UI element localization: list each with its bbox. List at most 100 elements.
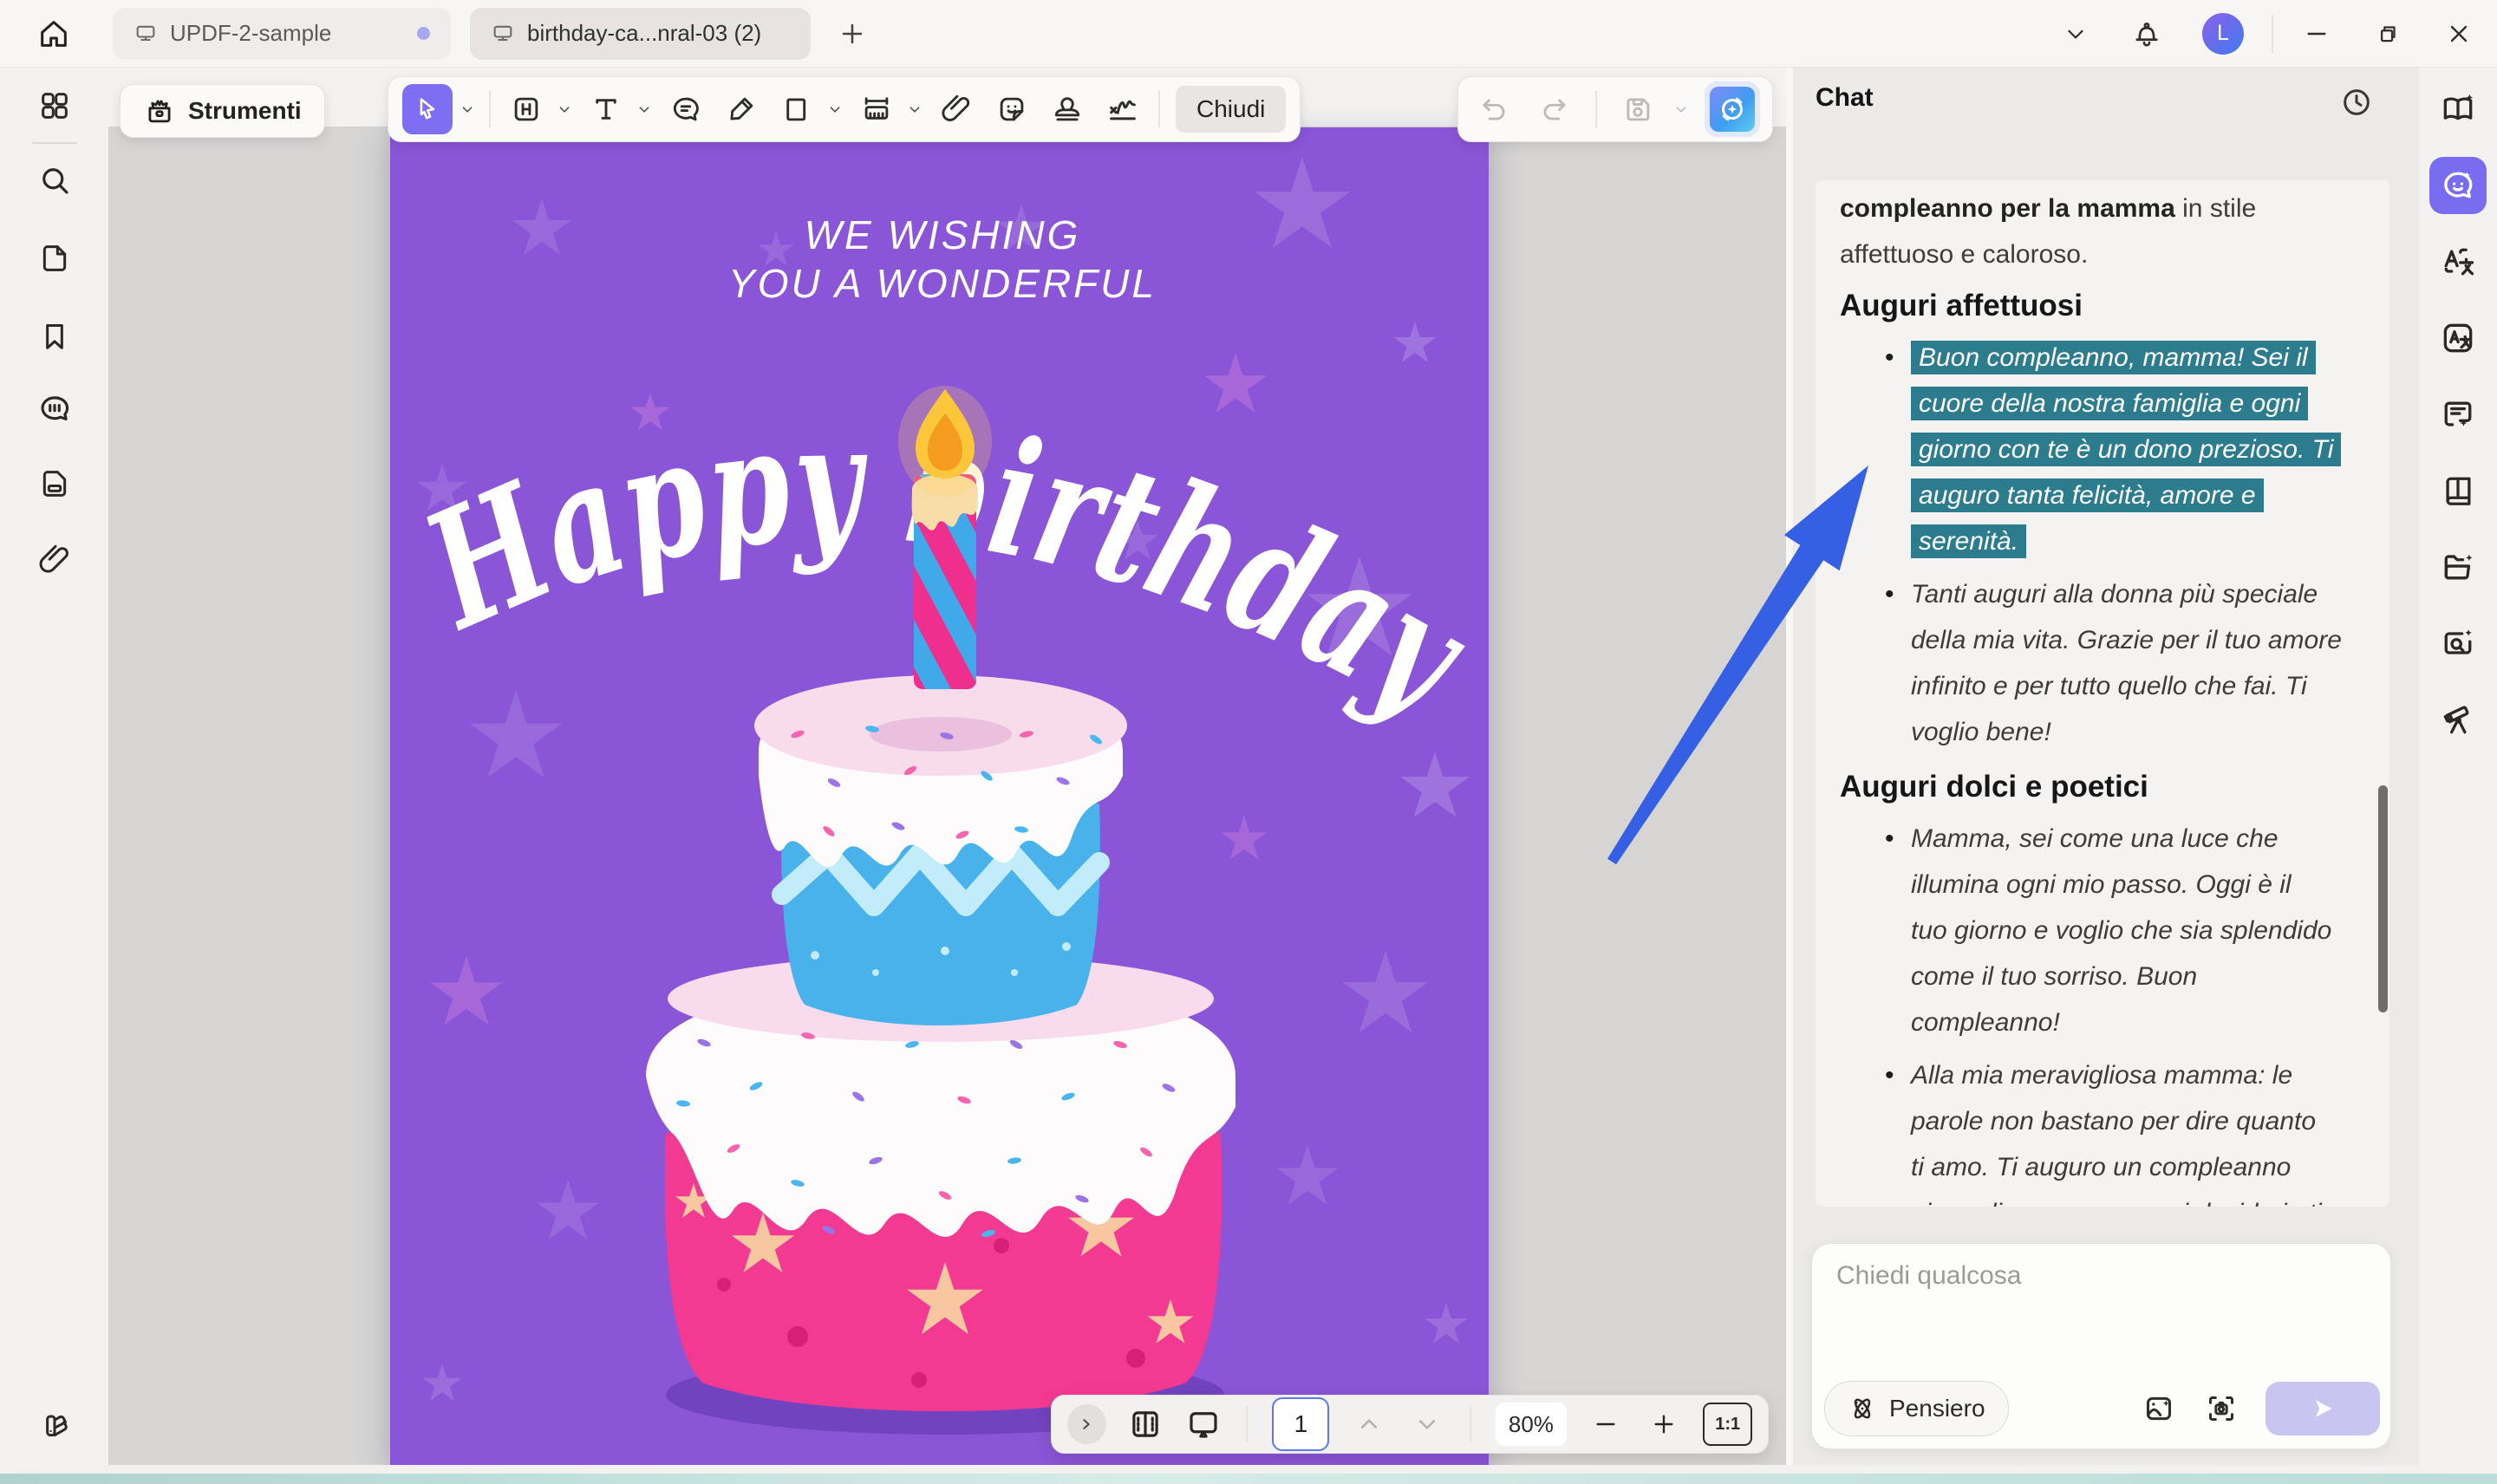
chat-bullet[interactable]: Mamma, sei come una luce che illumina og… xyxy=(1911,816,2363,1045)
chevron-down-icon[interactable] xyxy=(635,100,654,119)
chat-bullet[interactable]: Buon compleanno, mamma! Sei il cuore del… xyxy=(1911,335,2363,564)
tab-birthday-card[interactable]: birthday-ca...nral-03 (2) xyxy=(470,8,811,60)
send-button[interactable] xyxy=(2266,1382,2380,1435)
page-layout-button[interactable] xyxy=(1127,1405,1164,1443)
ai-reader-button[interactable] xyxy=(2439,90,2477,128)
bookmark-icon xyxy=(37,319,72,354)
zoom-in-button[interactable] xyxy=(1646,1405,1683,1443)
previous-page-button[interactable] xyxy=(1350,1405,1387,1443)
insert-image-button[interactable] xyxy=(2141,1390,2177,1427)
annotations-panel-button[interactable] xyxy=(36,465,74,503)
tools-button[interactable]: Strumenti xyxy=(120,84,325,138)
annotation-toolbar: Chiudi xyxy=(388,76,1301,142)
chat-message[interactable]: compleanno per la mamma in stile affettu… xyxy=(1816,180,2389,1207)
chat-scrollbar-thumb[interactable] xyxy=(2378,785,2388,1012)
notifications-button[interactable] xyxy=(2131,18,2162,49)
ai-assistant-button[interactable] xyxy=(1705,81,1760,137)
chevron-up-icon xyxy=(1354,1409,1384,1439)
attachment-tool-button[interactable] xyxy=(933,86,980,133)
left-sidebar xyxy=(0,68,108,1484)
chat-bullet[interactable]: Alla mia meravigliosa mamma: le parole n… xyxy=(1911,1052,2363,1207)
comment-bubble-icon xyxy=(36,391,73,427)
screenshot-button[interactable] xyxy=(2203,1390,2239,1427)
grid-panel-button[interactable] xyxy=(36,87,74,125)
header-tool-button[interactable] xyxy=(503,86,550,133)
page-number-input[interactable] xyxy=(1272,1397,1329,1451)
close-toolbar-button[interactable]: Chiudi xyxy=(1176,86,1286,133)
chevron-down-icon xyxy=(2063,21,2089,47)
bookmarks-button[interactable] xyxy=(36,317,74,355)
ai-translate-page-button[interactable] xyxy=(2439,319,2477,357)
close-icon xyxy=(2445,20,2473,48)
comment-icon xyxy=(669,93,702,126)
ai-folder-button[interactable] xyxy=(2439,548,2477,586)
actual-size-button[interactable]: 1:1 xyxy=(1703,1403,1752,1446)
heading-icon xyxy=(510,93,543,126)
divider xyxy=(489,91,491,127)
zoom-out-button[interactable] xyxy=(1588,1405,1625,1443)
text-tool-button[interactable] xyxy=(583,86,629,133)
ruler-icon xyxy=(860,93,893,126)
minimize-button[interactable] xyxy=(2301,18,2332,49)
chat-input[interactable] xyxy=(1835,1259,2358,1367)
next-page-button[interactable] xyxy=(1408,1405,1445,1443)
avatar[interactable]: L xyxy=(2202,13,2244,55)
tab-updf-sample[interactable]: UPDF-2-sample xyxy=(113,8,451,60)
paperclip-icon xyxy=(940,93,973,126)
undo-button[interactable] xyxy=(1470,86,1517,133)
sticker-tool-button[interactable] xyxy=(988,86,1035,133)
save-button[interactable] xyxy=(1614,86,1661,133)
pen-tool-button[interactable] xyxy=(718,86,765,133)
history-toolbar xyxy=(1457,76,1773,142)
collapse-button[interactable] xyxy=(2060,18,2091,49)
pen-icon xyxy=(725,93,758,126)
theme-palette-button[interactable] xyxy=(36,1406,74,1444)
attachments-panel-button[interactable] xyxy=(36,541,74,579)
presentation-icon xyxy=(1185,1406,1222,1442)
ai-chat-button[interactable] xyxy=(2429,157,2487,214)
shape-tool-button[interactable] xyxy=(773,86,820,133)
pdf-page-birthday-card[interactable]: WE WISHING YOU A WONDERFUL Happy birthda… xyxy=(390,127,1489,1465)
search-icon xyxy=(36,162,73,199)
ai-search-button[interactable] xyxy=(2439,624,2477,662)
ai-summary-button[interactable] xyxy=(2439,395,2477,433)
chevron-down-icon[interactable] xyxy=(825,100,844,119)
zoom-level[interactable]: 80% xyxy=(1496,1403,1567,1446)
chat-history-button[interactable] xyxy=(2339,85,2374,120)
bell-icon xyxy=(2131,18,2162,49)
divider xyxy=(2272,15,2273,53)
page-thumbnails-button[interactable] xyxy=(36,239,74,277)
ai-book-button[interactable] xyxy=(2439,472,2477,510)
note-sparkle-icon xyxy=(2439,395,2477,433)
camera-capture-icon xyxy=(2204,1391,2239,1426)
signature-tool-button[interactable] xyxy=(1099,86,1146,133)
redo-button[interactable] xyxy=(1531,86,1578,133)
book-sparkle-icon xyxy=(2439,90,2477,128)
tab-label: UPDF-2-sample xyxy=(170,20,331,47)
ai-translate-button[interactable] xyxy=(2439,243,2477,281)
unsaved-dot xyxy=(417,27,430,40)
search-panel-button[interactable] xyxy=(36,161,74,199)
presentation-button[interactable] xyxy=(1185,1405,1222,1443)
comment-tool-button[interactable] xyxy=(662,86,709,133)
sticker-icon xyxy=(995,93,1028,126)
close-button[interactable] xyxy=(2443,18,2474,49)
chevron-down-icon[interactable] xyxy=(1672,100,1691,119)
new-tab-button[interactable] xyxy=(833,15,871,53)
stamp-tool-button[interactable] xyxy=(1044,86,1091,133)
maximize-button[interactable] xyxy=(2372,18,2403,49)
select-tool-button[interactable] xyxy=(402,84,453,134)
frame-search-sparkle-icon xyxy=(2439,624,2477,662)
thinking-mode-button[interactable]: Pensiero xyxy=(1824,1381,2009,1436)
stamp-icon xyxy=(1051,93,1084,126)
chevron-down-icon[interactable] xyxy=(905,100,924,119)
measure-tool-button[interactable] xyxy=(853,86,900,133)
ai-explore-button[interactable] xyxy=(2439,700,2477,739)
chevron-down-icon[interactable] xyxy=(458,100,477,119)
highlighted-text[interactable]: Buon compleanno, mamma! Sei il cuore del… xyxy=(1911,341,2341,558)
comments-panel-button[interactable] xyxy=(36,390,74,428)
home-button[interactable] xyxy=(31,11,76,56)
chat-bullet[interactable]: Tanti auguri alla donna più speciale del… xyxy=(1911,571,2363,755)
chevron-down-icon[interactable] xyxy=(555,100,574,119)
expand-nav-button[interactable] xyxy=(1067,1404,1106,1444)
